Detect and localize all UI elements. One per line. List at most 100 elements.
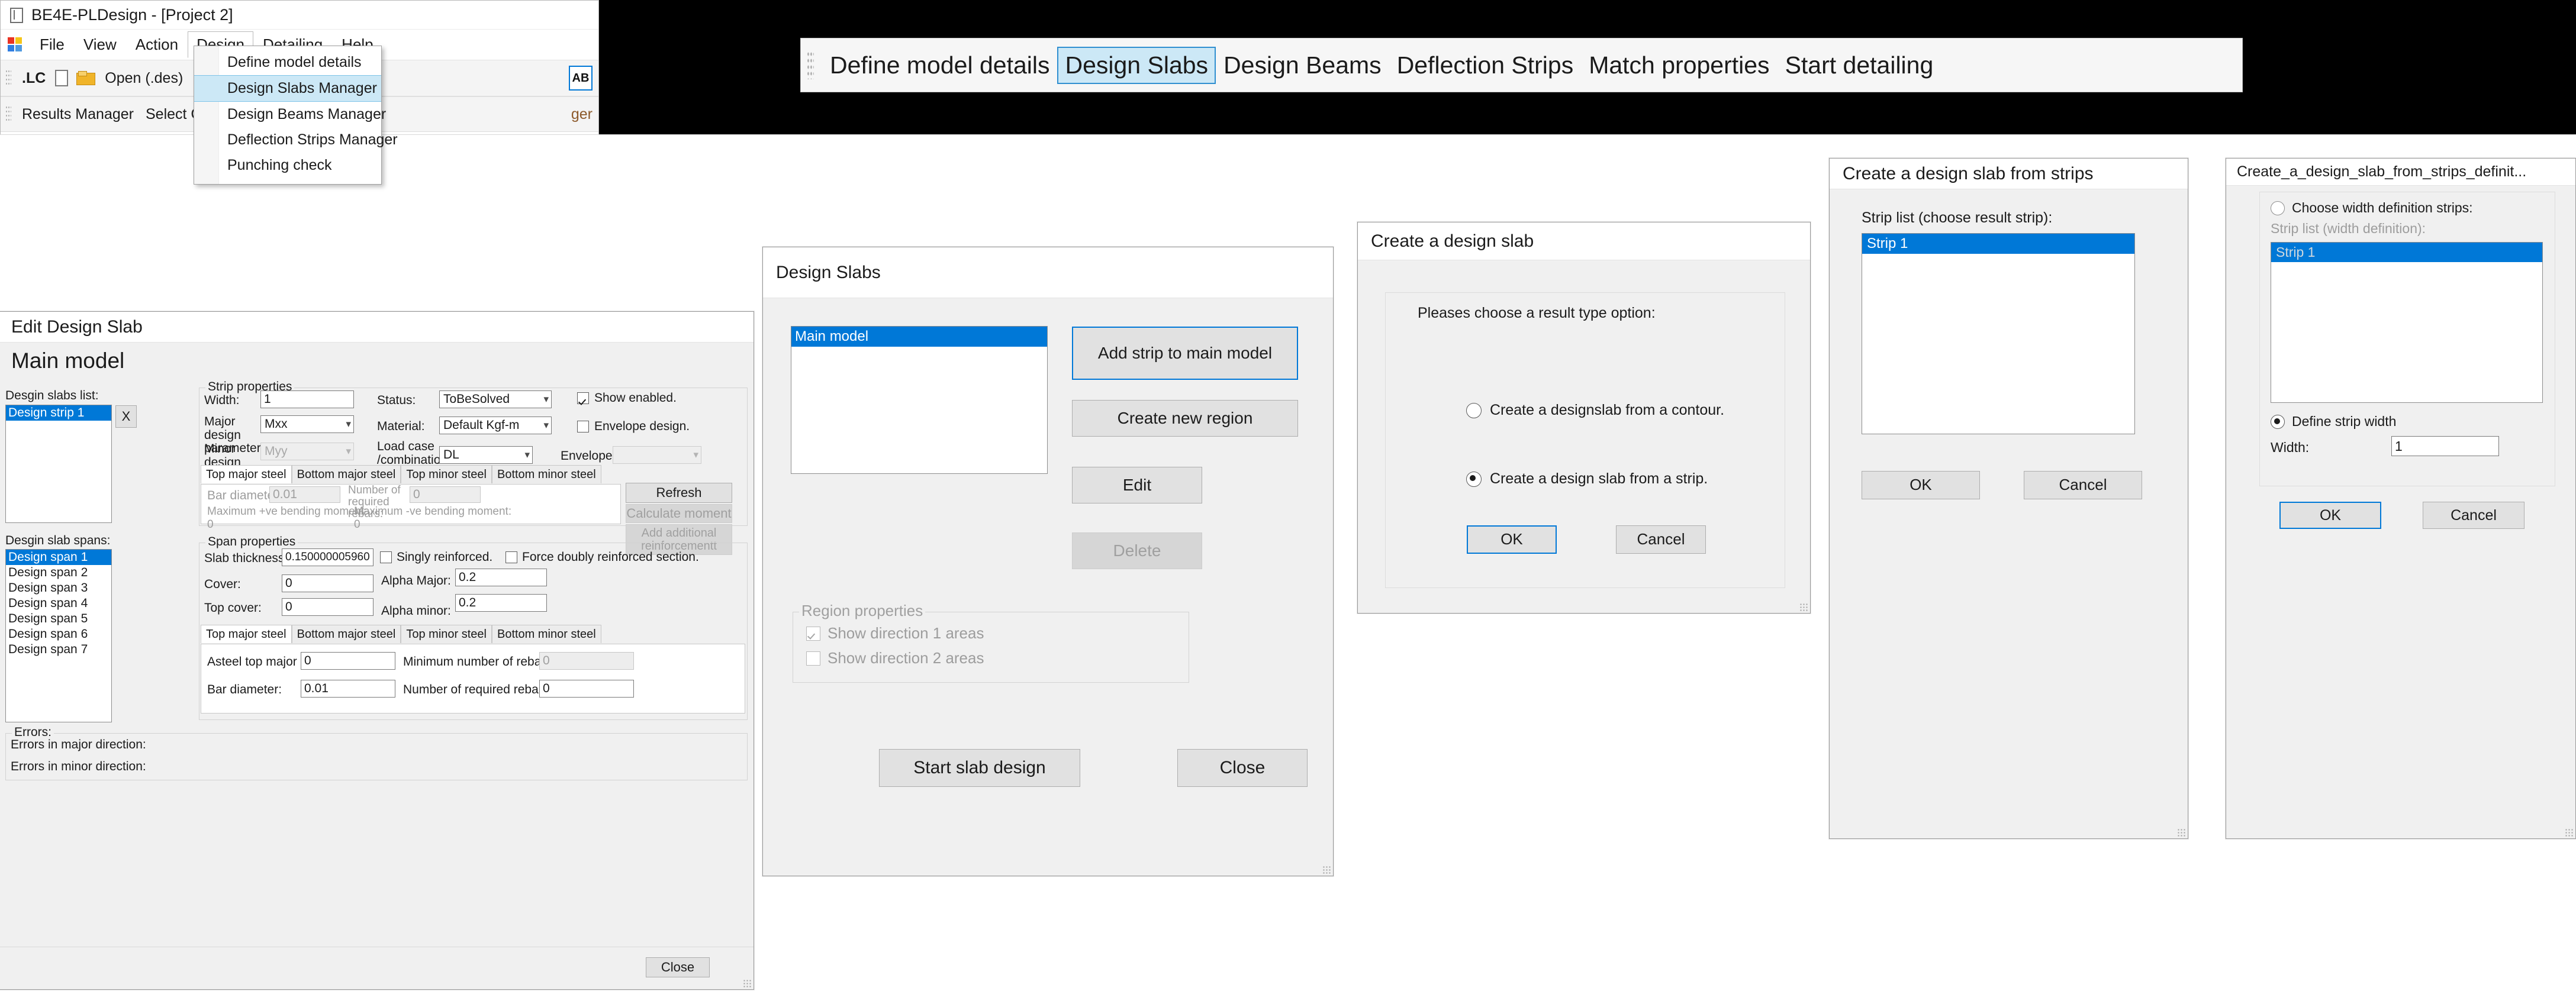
major-design-parameter-select[interactable]: Mxx ▾	[260, 415, 354, 433]
match-properties-icon[interactable]: AB	[569, 66, 593, 91]
singly-reinforced-checkbox[interactable]	[380, 551, 392, 563]
create-from-strip-radio[interactable]	[1466, 471, 1482, 487]
delete-region-button[interactable]: Delete	[1072, 532, 1202, 569]
singly-reinforced-checkbox-row[interactable]: Singly reinforced.	[380, 550, 492, 564]
tab-bottom-major-steel[interactable]: Bottom major steel	[291, 465, 401, 483]
strip-width-field-input[interactable]: 1	[2391, 436, 2499, 456]
span-bar-diameter-input[interactable]: 0.01	[301, 680, 395, 698]
lc-button[interactable]: .LC	[16, 68, 51, 89]
choose-width-definition-radio-row[interactable]: Choose width definition strips:	[2271, 200, 2473, 216]
cover-input[interactable]: 0	[282, 574, 373, 592]
envelope-design-checkbox-row[interactable]: Envelope design.	[577, 419, 690, 434]
tab-span-bottom-major-steel[interactable]: Bottom major steel	[291, 625, 401, 643]
strips-definition-ok-button[interactable]: OK	[2279, 502, 2381, 529]
resize-grip-icon[interactable]	[2177, 828, 2185, 837]
menu-item-file[interactable]: File	[30, 32, 74, 57]
list-item[interactable]: Design span 3	[6, 580, 111, 596]
calculate-moment-button[interactable]: Calculate moment	[626, 504, 732, 523]
show-enabled-checkbox-row[interactable]: Show enabled.	[577, 391, 677, 405]
choose-width-definition-radio[interactable]	[2271, 201, 2285, 215]
start-slab-design-button[interactable]: Start slab design	[879, 749, 1080, 787]
strips-definition-cancel-button[interactable]: Cancel	[2423, 502, 2525, 529]
menu-option-punching-check[interactable]: Punching check	[194, 153, 381, 178]
define-strip-width-radio[interactable]	[2271, 414, 2285, 429]
alpha-minor-input[interactable]: 0.2	[455, 594, 547, 612]
open-folder-icon[interactable]	[76, 71, 96, 85]
list-item[interactable]: Design span 6	[6, 627, 111, 642]
design-slab-spans-listbox[interactable]: Design span 1 Design span 2 Design span …	[5, 549, 112, 722]
define-strip-width-radio-row[interactable]: Define strip width	[2271, 414, 2396, 430]
create-new-region-button[interactable]: Create new region	[1072, 400, 1298, 437]
design-slabs-close-button[interactable]: Close	[1177, 749, 1308, 787]
tab-top-minor-steel[interactable]: Top minor steel	[401, 465, 492, 483]
toolbar-grip-handle[interactable]	[5, 69, 11, 87]
list-item[interactable]: Design span 2	[6, 565, 111, 580]
slab-thickness-input[interactable]: 0.150000005960	[282, 548, 373, 566]
edit-design-slab-close-button[interactable]: Close	[646, 957, 710, 977]
strip-width-input[interactable]: 1	[260, 390, 354, 408]
list-item[interactable]: Design span 7	[6, 642, 111, 657]
minor-design-parameter-select[interactable]: Myy ▾	[260, 443, 354, 460]
workflow-start-detailing[interactable]: Start detailing	[1778, 47, 1941, 84]
create-from-contour-radio[interactable]	[1466, 402, 1482, 418]
results-manager-button[interactable]: Results Manager	[16, 104, 140, 125]
tab-span-top-minor-steel[interactable]: Top minor steel	[401, 625, 492, 643]
manager-button-truncated[interactable]: ger	[565, 104, 598, 125]
workflow-deflection-strips[interactable]: Deflection Strips	[1389, 47, 1582, 84]
list-item[interactable]: Design span 4	[6, 596, 111, 611]
list-item[interactable]: Strip 1	[2271, 243, 2542, 262]
result-strip-listbox[interactable]: Strip 1	[1862, 233, 2135, 434]
menu-option-design-slabs-manager[interactable]: Design Slabs Manager	[194, 75, 381, 102]
strip-num-required-rebars-input[interactable]: 0	[410, 486, 481, 503]
workflow-toolbar-grip-handle[interactable]	[807, 51, 814, 79]
list-item[interactable]: Design span 1	[6, 550, 111, 565]
tab-bottom-minor-steel[interactable]: Bottom minor steel	[491, 465, 601, 483]
minimum-number-of-rebars-input[interactable]: 0	[539, 652, 634, 670]
toolbar2-grip-handle[interactable]	[5, 105, 11, 123]
remove-design-slab-button[interactable]: X	[115, 405, 137, 428]
menu-option-deflection-strips-manager[interactable]: Deflection Strips Manager	[194, 127, 398, 153]
tab-span-top-major-steel[interactable]: Top major steel	[201, 625, 292, 643]
strip-bar-diameter-input[interactable]: 0.01	[269, 486, 340, 503]
resize-grip-icon[interactable]	[743, 979, 751, 987]
create-from-strips-cancel-button[interactable]: Cancel	[2024, 471, 2142, 499]
workflow-design-beams[interactable]: Design Beams	[1216, 47, 1389, 84]
tab-top-major-steel[interactable]: Top major steel	[201, 465, 292, 483]
list-item[interactable]: Design strip 1	[6, 405, 111, 421]
resize-grip-icon[interactable]	[1322, 866, 1331, 874]
menu-option-define-model-details[interactable]: Define model details	[194, 50, 381, 75]
menu-item-action[interactable]: Action	[126, 32, 188, 57]
width-definition-strip-listbox[interactable]: Strip 1	[2271, 242, 2543, 403]
show-direction-2-areas-row[interactable]: Show direction 2 areas	[806, 649, 984, 667]
top-cover-input[interactable]: 0	[282, 598, 373, 616]
list-item[interactable]: Strip 1	[1862, 234, 2134, 254]
list-item[interactable]: Design span 5	[6, 611, 111, 627]
open-des-button[interactable]: Open (.des)	[99, 68, 189, 89]
workflow-match-properties[interactable]: Match properties	[1581, 47, 1777, 84]
status-select[interactable]: ToBeSolved ▾	[439, 390, 552, 408]
menu-item-view[interactable]: View	[74, 32, 126, 57]
envelope-design-checkbox[interactable]	[577, 421, 589, 432]
show-direction-1-areas-checkbox[interactable]	[806, 626, 820, 641]
create-design-slab-cancel-button[interactable]: Cancel	[1616, 525, 1706, 554]
load-case-select[interactable]: DL ▾	[439, 446, 533, 464]
create-from-contour-radio-row[interactable]: Create a designslab from a contour.	[1466, 402, 1724, 419]
workflow-define-model-details[interactable]: Define model details	[822, 47, 1057, 84]
tab-span-bottom-minor-steel[interactable]: Bottom minor steel	[491, 625, 601, 643]
envelope-select[interactable]: ▾	[613, 446, 701, 464]
menu-option-design-beams-manager[interactable]: Design Beams Manager	[194, 102, 386, 127]
list-item[interactable]: Main model	[791, 327, 1047, 347]
show-direction-2-areas-checkbox[interactable]	[806, 651, 820, 666]
edit-region-button[interactable]: Edit	[1072, 467, 1202, 503]
show-direction-1-areas-row[interactable]: Show direction 1 areas	[806, 624, 984, 643]
design-slabs-listbox[interactable]: Design strip 1	[5, 405, 112, 523]
show-enabled-checkbox[interactable]	[577, 392, 589, 404]
workflow-design-slabs[interactable]: Design Slabs	[1057, 46, 1216, 84]
add-strip-to-main-model-button[interactable]: Add strip to main model	[1072, 327, 1298, 380]
create-from-strips-ok-button[interactable]: OK	[1862, 471, 1980, 499]
create-from-strip-radio-row[interactable]: Create a design slab from a strip.	[1466, 470, 1708, 488]
refresh-button[interactable]: Refresh	[626, 483, 732, 503]
resize-grip-icon[interactable]	[1799, 603, 1808, 611]
resize-grip-icon[interactable]	[2565, 828, 2573, 837]
force-doubly-reinforced-checkbox-row[interactable]: Force doubly reinforced section.	[505, 550, 699, 564]
